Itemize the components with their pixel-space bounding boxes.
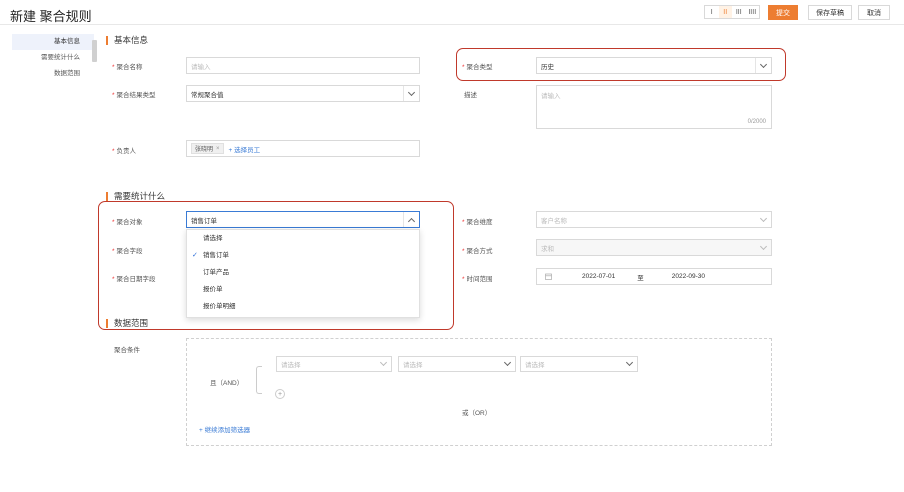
chevron-down-icon [755, 58, 771, 73]
result-type-select[interactable]: 常规聚合值 [186, 85, 420, 102]
and-label: 且（AND） [210, 380, 244, 387]
time-range-label: * 时间范围 [462, 276, 493, 283]
chevron-down-icon [755, 240, 771, 255]
name-input[interactable]: 请输入 [186, 57, 420, 74]
dimension-placeholder: 客户名称 [541, 217, 567, 225]
date-range-picker[interactable]: 2022-07-01 至 2022-09-30 [536, 268, 772, 285]
filter-operator-select[interactable]: 请选择 [398, 356, 516, 372]
sidebar-item-stats[interactable]: 需要统计什么 [12, 50, 94, 66]
type-select-value: 历史 [541, 63, 554, 71]
dimension-select[interactable]: 客户名称 [536, 211, 772, 228]
owner-tag-text: 张晓明 [195, 147, 214, 153]
layout-option-4[interactable]: IIII [746, 6, 760, 18]
dropdown-option-sales-order[interactable]: ✓ 销售订单 [187, 247, 419, 264]
and-bracket [256, 366, 262, 394]
owner-label: * 负责人 [112, 148, 137, 155]
dropdown-option-quote-detail[interactable]: 报价单明细 [187, 298, 419, 315]
section-title-stats: 需要统计什么 [106, 192, 165, 201]
result-type-label: * 聚合结果类型 [112, 92, 156, 99]
date-start[interactable]: 2022-07-01 [582, 273, 615, 280]
dimension-label: * 聚合维度 [462, 219, 493, 226]
check-icon: ✓ [192, 252, 198, 259]
sidebar-item-basic-info[interactable]: 基本信息 [12, 34, 94, 50]
description-char-count: 0/2000 [747, 119, 766, 125]
field-label: * 聚合字段 [112, 248, 143, 255]
dropdown-option-quote[interactable]: 报价单 [187, 281, 419, 298]
layout-option-2[interactable]: II [718, 6, 732, 18]
filter-field-placeholder: 请选择 [281, 362, 301, 369]
object-select[interactable]: 销售订单 [186, 211, 420, 228]
method-label: * 聚合方式 [462, 248, 493, 255]
section-title-basic: 基本信息 [106, 36, 148, 45]
sidebar-item-data-range[interactable]: 数据范围 [12, 66, 94, 82]
filter-value-select[interactable]: 请选择 [520, 356, 638, 372]
chevron-down-icon [621, 357, 637, 371]
chevron-up-icon [403, 212, 419, 227]
or-label: 或（OR） [462, 410, 492, 417]
add-condition-icon[interactable]: + [275, 389, 285, 399]
section-nav: 基本信息 需要统计什么 数据范围 [12, 34, 94, 82]
submit-button[interactable]: 提交 [768, 5, 798, 20]
filter-operator-placeholder: 请选择 [403, 362, 423, 369]
owner-field[interactable]: 张晓明 × + 选择员工 [186, 140, 420, 157]
object-select-value: 销售订单 [191, 217, 217, 225]
calendar-icon [545, 273, 552, 280]
object-dropdown-menu: 请选择 ✓ 销售订单 订单产品 报价单 报价单明细 [186, 229, 420, 318]
chevron-down-icon [403, 86, 419, 101]
description-label: 描述 [464, 92, 477, 99]
method-placeholder: 求和 [541, 245, 554, 253]
date-field-label: * 聚合日期字段 [112, 276, 156, 283]
type-label: * 聚合类型 [462, 64, 493, 71]
result-type-value: 常规聚合值 [191, 91, 224, 99]
condition-panel [186, 338, 772, 446]
object-label: * 聚合对象 [112, 219, 143, 226]
description-placeholder: 请输入 [541, 93, 561, 100]
chevron-down-icon [499, 357, 515, 371]
layout-switcher: I II III IIII [704, 5, 760, 19]
section-title-range: 数据范围 [106, 319, 148, 328]
owner-tag: 张晓明 × [191, 143, 224, 154]
layout-option-1[interactable]: I [705, 6, 719, 18]
header-divider [0, 24, 904, 25]
filter-value-placeholder: 请选择 [525, 362, 545, 369]
type-select[interactable]: 历史 [536, 57, 772, 74]
add-filter-link[interactable]: + 继续添加筛选器 [199, 424, 250, 434]
chevron-down-icon [755, 212, 771, 227]
layout-option-3[interactable]: III [732, 6, 746, 18]
description-textarea[interactable]: 请输入 0/2000 [536, 85, 772, 129]
dropdown-option-order-product[interactable]: 订单产品 [187, 264, 419, 281]
condition-label: 聚合条件 [114, 347, 140, 354]
close-icon[interactable]: × [216, 146, 220, 152]
filter-field-select[interactable]: 请选择 [276, 356, 392, 372]
page-title: 新建 聚合规则 [10, 9, 92, 24]
dropdown-option-please-select[interactable]: 请选择 [187, 230, 419, 247]
name-label: * 聚合名称 [112, 64, 143, 71]
date-separator: 至 [637, 274, 644, 282]
select-employee-link[interactable]: + 选择员工 [229, 144, 261, 154]
method-select[interactable]: 求和 [536, 239, 772, 256]
date-end[interactable]: 2022-09-30 [672, 273, 705, 280]
chevron-down-icon [375, 357, 391, 371]
sidebar-scrollbar[interactable] [92, 40, 97, 62]
save-draft-button[interactable]: 保存草稿 [808, 5, 852, 20]
cancel-button[interactable]: 取消 [858, 5, 890, 20]
